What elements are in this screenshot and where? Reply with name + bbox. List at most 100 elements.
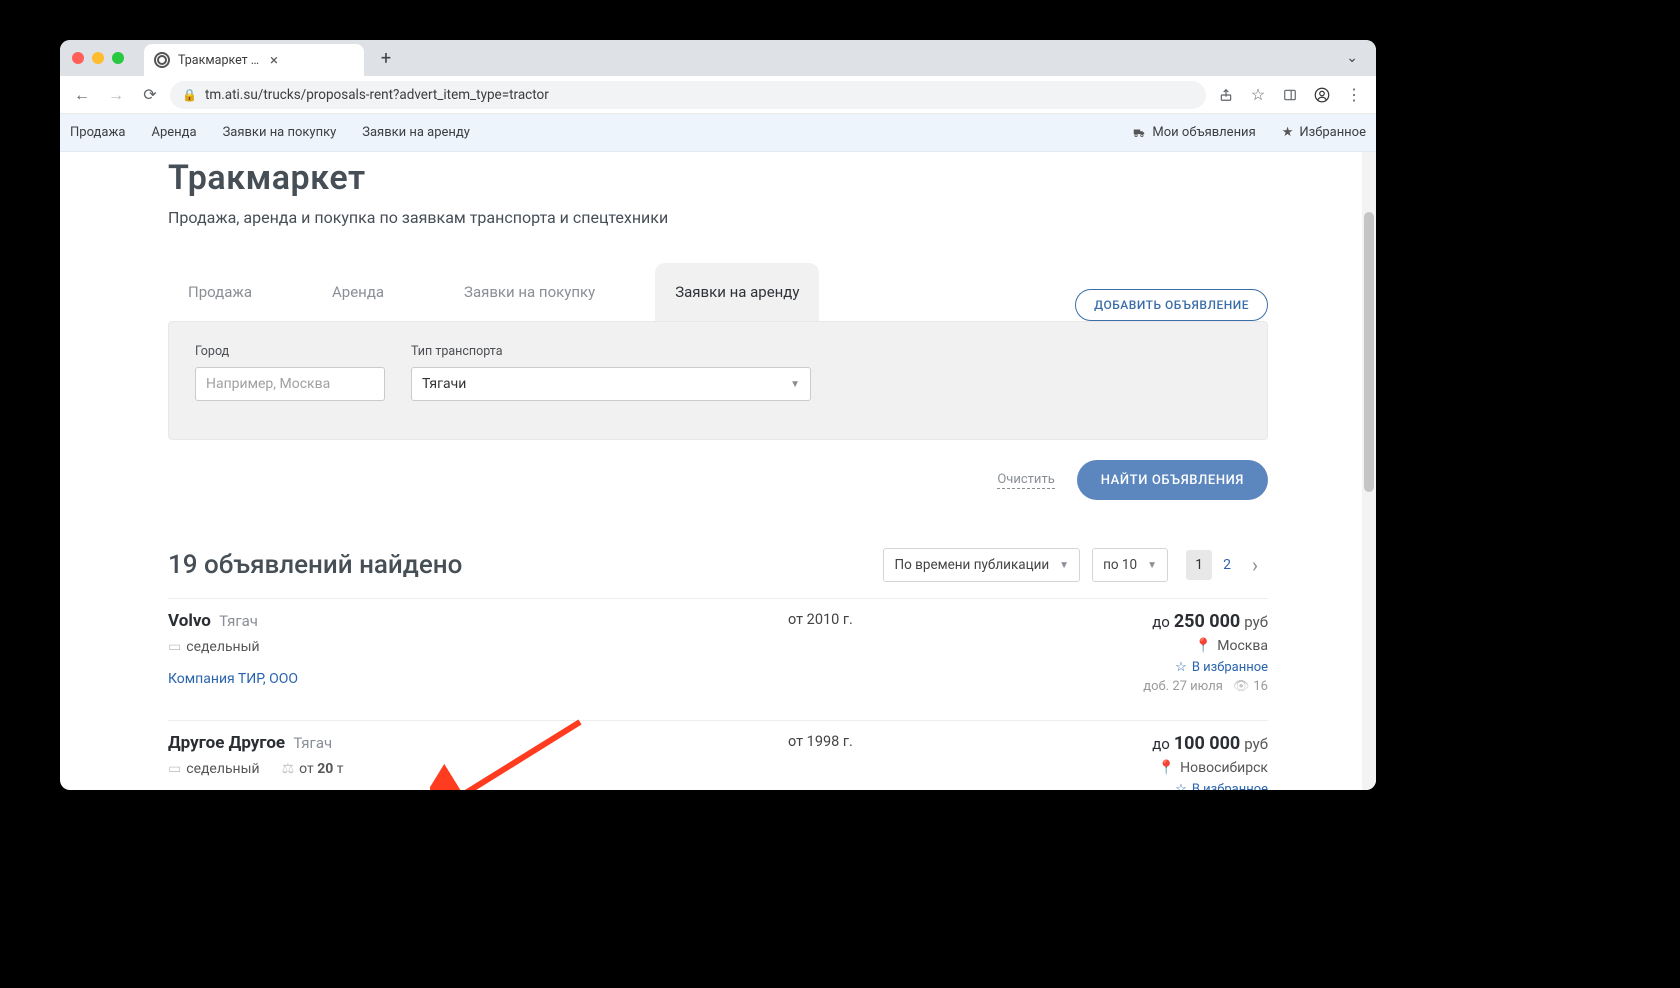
- reload-button[interactable]: ⟳: [136, 81, 164, 109]
- pager: 1 2 ›: [1186, 550, 1268, 580]
- listing-body-type: ▭седельный: [168, 639, 260, 655]
- browser-tab[interactable]: Тракмаркет — продажа, арен ×: [144, 44, 364, 76]
- url-text: tm.ati.su/trucks/proposals-rent?advert_i…: [205, 87, 549, 103]
- listing-type: Тягач: [219, 612, 258, 630]
- vertical-scrollbar[interactable]: [1362, 152, 1376, 790]
- page-1[interactable]: 1: [1186, 550, 1212, 580]
- tab-sale[interactable]: Продажа: [168, 263, 272, 321]
- city-input[interactable]: [206, 376, 374, 392]
- listing-body-type: ▭седельный: [168, 761, 260, 777]
- city-label: Город: [195, 344, 385, 359]
- page-subtitle: Продажа, аренда и покупка по заявкам тра…: [168, 208, 1268, 227]
- traffic-lights: [72, 52, 124, 64]
- chevron-down-icon: ▼: [1059, 560, 1069, 571]
- pin-icon: 📍: [1158, 760, 1175, 776]
- star-filled-icon: ★: [1282, 125, 1294, 140]
- maximize-window-button[interactable]: [112, 52, 124, 64]
- viewport: Тракмаркет Продажа, аренда и покупка по …: [60, 152, 1376, 790]
- filter-actions: Очистить НАЙТИ ОБЪЯВЛЕНИЯ: [168, 460, 1268, 500]
- tab-rentreq[interactable]: Заявки на аренду: [655, 263, 819, 321]
- share-icon[interactable]: [1212, 81, 1240, 109]
- listing-row: Volvo Тягач ▭седельный Компания ТИР, ООО…: [168, 598, 1268, 704]
- subnav-item-rentreq[interactable]: Заявки на аренду: [362, 125, 470, 140]
- tab-title: Тракмаркет — продажа, арен: [178, 53, 262, 68]
- per-page-dropdown[interactable]: по 10 ▼: [1092, 548, 1168, 582]
- new-tab-button[interactable]: +: [372, 44, 400, 72]
- star-outline-icon: ☆: [1175, 782, 1187, 790]
- city-input-wrap: [195, 367, 385, 401]
- listing-meta: доб. 27 июля 👁16: [1028, 679, 1268, 694]
- listing-company-link[interactable]: Компания ТИР, ООО: [168, 671, 768, 687]
- listing-row: Другое Другое Тягач ▭седельный ⚖от 20 т …: [168, 720, 1268, 790]
- kebab-menu-button[interactable]: ⋮: [1340, 81, 1368, 109]
- listing-weight: ⚖от 20 т: [282, 761, 344, 777]
- address-bar: ← → ⟳ 🔒 tm.ati.su/trucks/proposals-rent?…: [60, 76, 1376, 114]
- favorite-link[interactable]: ☆В избранное: [1028, 660, 1268, 675]
- type-label: Тип транспорта: [411, 344, 811, 359]
- profile-icon[interactable]: [1308, 81, 1336, 109]
- type-field: Тип транспорта Тягачи ▼: [411, 344, 811, 401]
- section-tabs: Продажа Аренда Заявки на покупку Заявки …: [168, 263, 1268, 321]
- sort-value: По времени публикации: [894, 557, 1049, 573]
- page-title: Тракмаркет: [168, 158, 1268, 198]
- listing-city: 📍Новосибирск: [1028, 760, 1268, 776]
- url-field[interactable]: 🔒 tm.ati.su/trucks/proposals-rent?advert…: [170, 81, 1206, 109]
- trailer-icon: ▭: [168, 639, 181, 655]
- chevron-down-icon: ▼: [790, 379, 800, 390]
- add-listing-button[interactable]: ДОБАВИТЬ ОБЪЯВЛЕНИЕ: [1075, 289, 1268, 321]
- listing-type: Тягач: [293, 734, 332, 752]
- panel-icon[interactable]: [1276, 81, 1304, 109]
- filter-panel: Город Тип транспорта Тягачи ▼: [168, 321, 1268, 440]
- search-button[interactable]: НАЙТИ ОБЪЯВЛЕНИЯ: [1077, 460, 1268, 500]
- city-field: Город: [195, 344, 385, 401]
- close-window-button[interactable]: [72, 52, 84, 64]
- titlebar: Тракмаркет — продажа, арен × + ⌄: [60, 40, 1376, 76]
- clear-filters-link[interactable]: Очистить: [997, 472, 1054, 489]
- subnav-item-rent[interactable]: Аренда: [151, 125, 196, 140]
- listing-title[interactable]: Volvo Тягач: [168, 611, 768, 631]
- weight-icon: ⚖: [282, 761, 295, 777]
- type-select[interactable]: Тягачи ▼: [411, 367, 811, 401]
- listing-city: 📍Москва: [1028, 638, 1268, 654]
- back-button[interactable]: ←: [68, 81, 96, 109]
- next-page-button[interactable]: ›: [1242, 550, 1268, 580]
- minimize-window-button[interactable]: [92, 52, 104, 64]
- subnav-item-buyreq[interactable]: Заявки на покупку: [223, 125, 337, 140]
- favorites-link[interactable]: ★ Избранное: [1282, 125, 1366, 140]
- star-icon[interactable]: ☆: [1244, 81, 1272, 109]
- trailer-icon: ▭: [168, 761, 181, 777]
- type-value: Тягачи: [422, 376, 466, 392]
- listing-price: до100 000руб: [1028, 733, 1268, 754]
- favorite-link[interactable]: ☆В избранное: [1028, 782, 1268, 790]
- browser-window: Тракмаркет — продажа, арен × + ⌄ ← → ⟳ 🔒…: [60, 40, 1376, 790]
- listing-year: от 2010 г.: [788, 611, 1008, 694]
- favorites-label: Избранное: [1299, 125, 1366, 140]
- scrollbar-thumb[interactable]: [1364, 212, 1374, 492]
- star-outline-icon: ☆: [1175, 660, 1187, 675]
- site-subnav: Продажа Аренда Заявки на покупку Заявки …: [60, 114, 1376, 152]
- chevron-down-icon: ▼: [1147, 560, 1157, 571]
- lock-icon: 🔒: [182, 88, 197, 102]
- results-count: 19 объявлений найдено: [168, 550, 871, 580]
- my-ads-link[interactable]: Мои объявления: [1132, 125, 1255, 140]
- eye-icon: 👁: [1233, 679, 1250, 694]
- subnav-item-sale[interactable]: Продажа: [70, 125, 125, 140]
- favicon-icon: [154, 52, 170, 68]
- truck-icon: [1132, 126, 1146, 140]
- listing-title[interactable]: Другое Другое Тягач: [168, 733, 768, 753]
- per-page-value: по 10: [1103, 557, 1137, 573]
- my-ads-label: Мои объявления: [1152, 125, 1255, 140]
- listing-price: до250 000руб: [1028, 611, 1268, 632]
- chevron-down-icon[interactable]: ⌄: [1340, 50, 1364, 66]
- listing-views: 16: [1253, 679, 1268, 694]
- close-tab-button[interactable]: ×: [270, 51, 354, 69]
- tab-buyreq[interactable]: Заявки на покупку: [444, 263, 615, 321]
- listing-added: доб. 27 июля: [1143, 679, 1223, 694]
- sort-dropdown[interactable]: По времени публикации ▼: [883, 548, 1080, 582]
- tab-rent[interactable]: Аренда: [312, 263, 404, 321]
- pin-icon: 📍: [1195, 638, 1212, 654]
- page-2[interactable]: 2: [1214, 550, 1240, 580]
- results-header: 19 объявлений найдено По времени публика…: [168, 548, 1268, 582]
- listing-year: от 1998 г.: [788, 733, 1008, 790]
- forward-button[interactable]: →: [102, 81, 130, 109]
